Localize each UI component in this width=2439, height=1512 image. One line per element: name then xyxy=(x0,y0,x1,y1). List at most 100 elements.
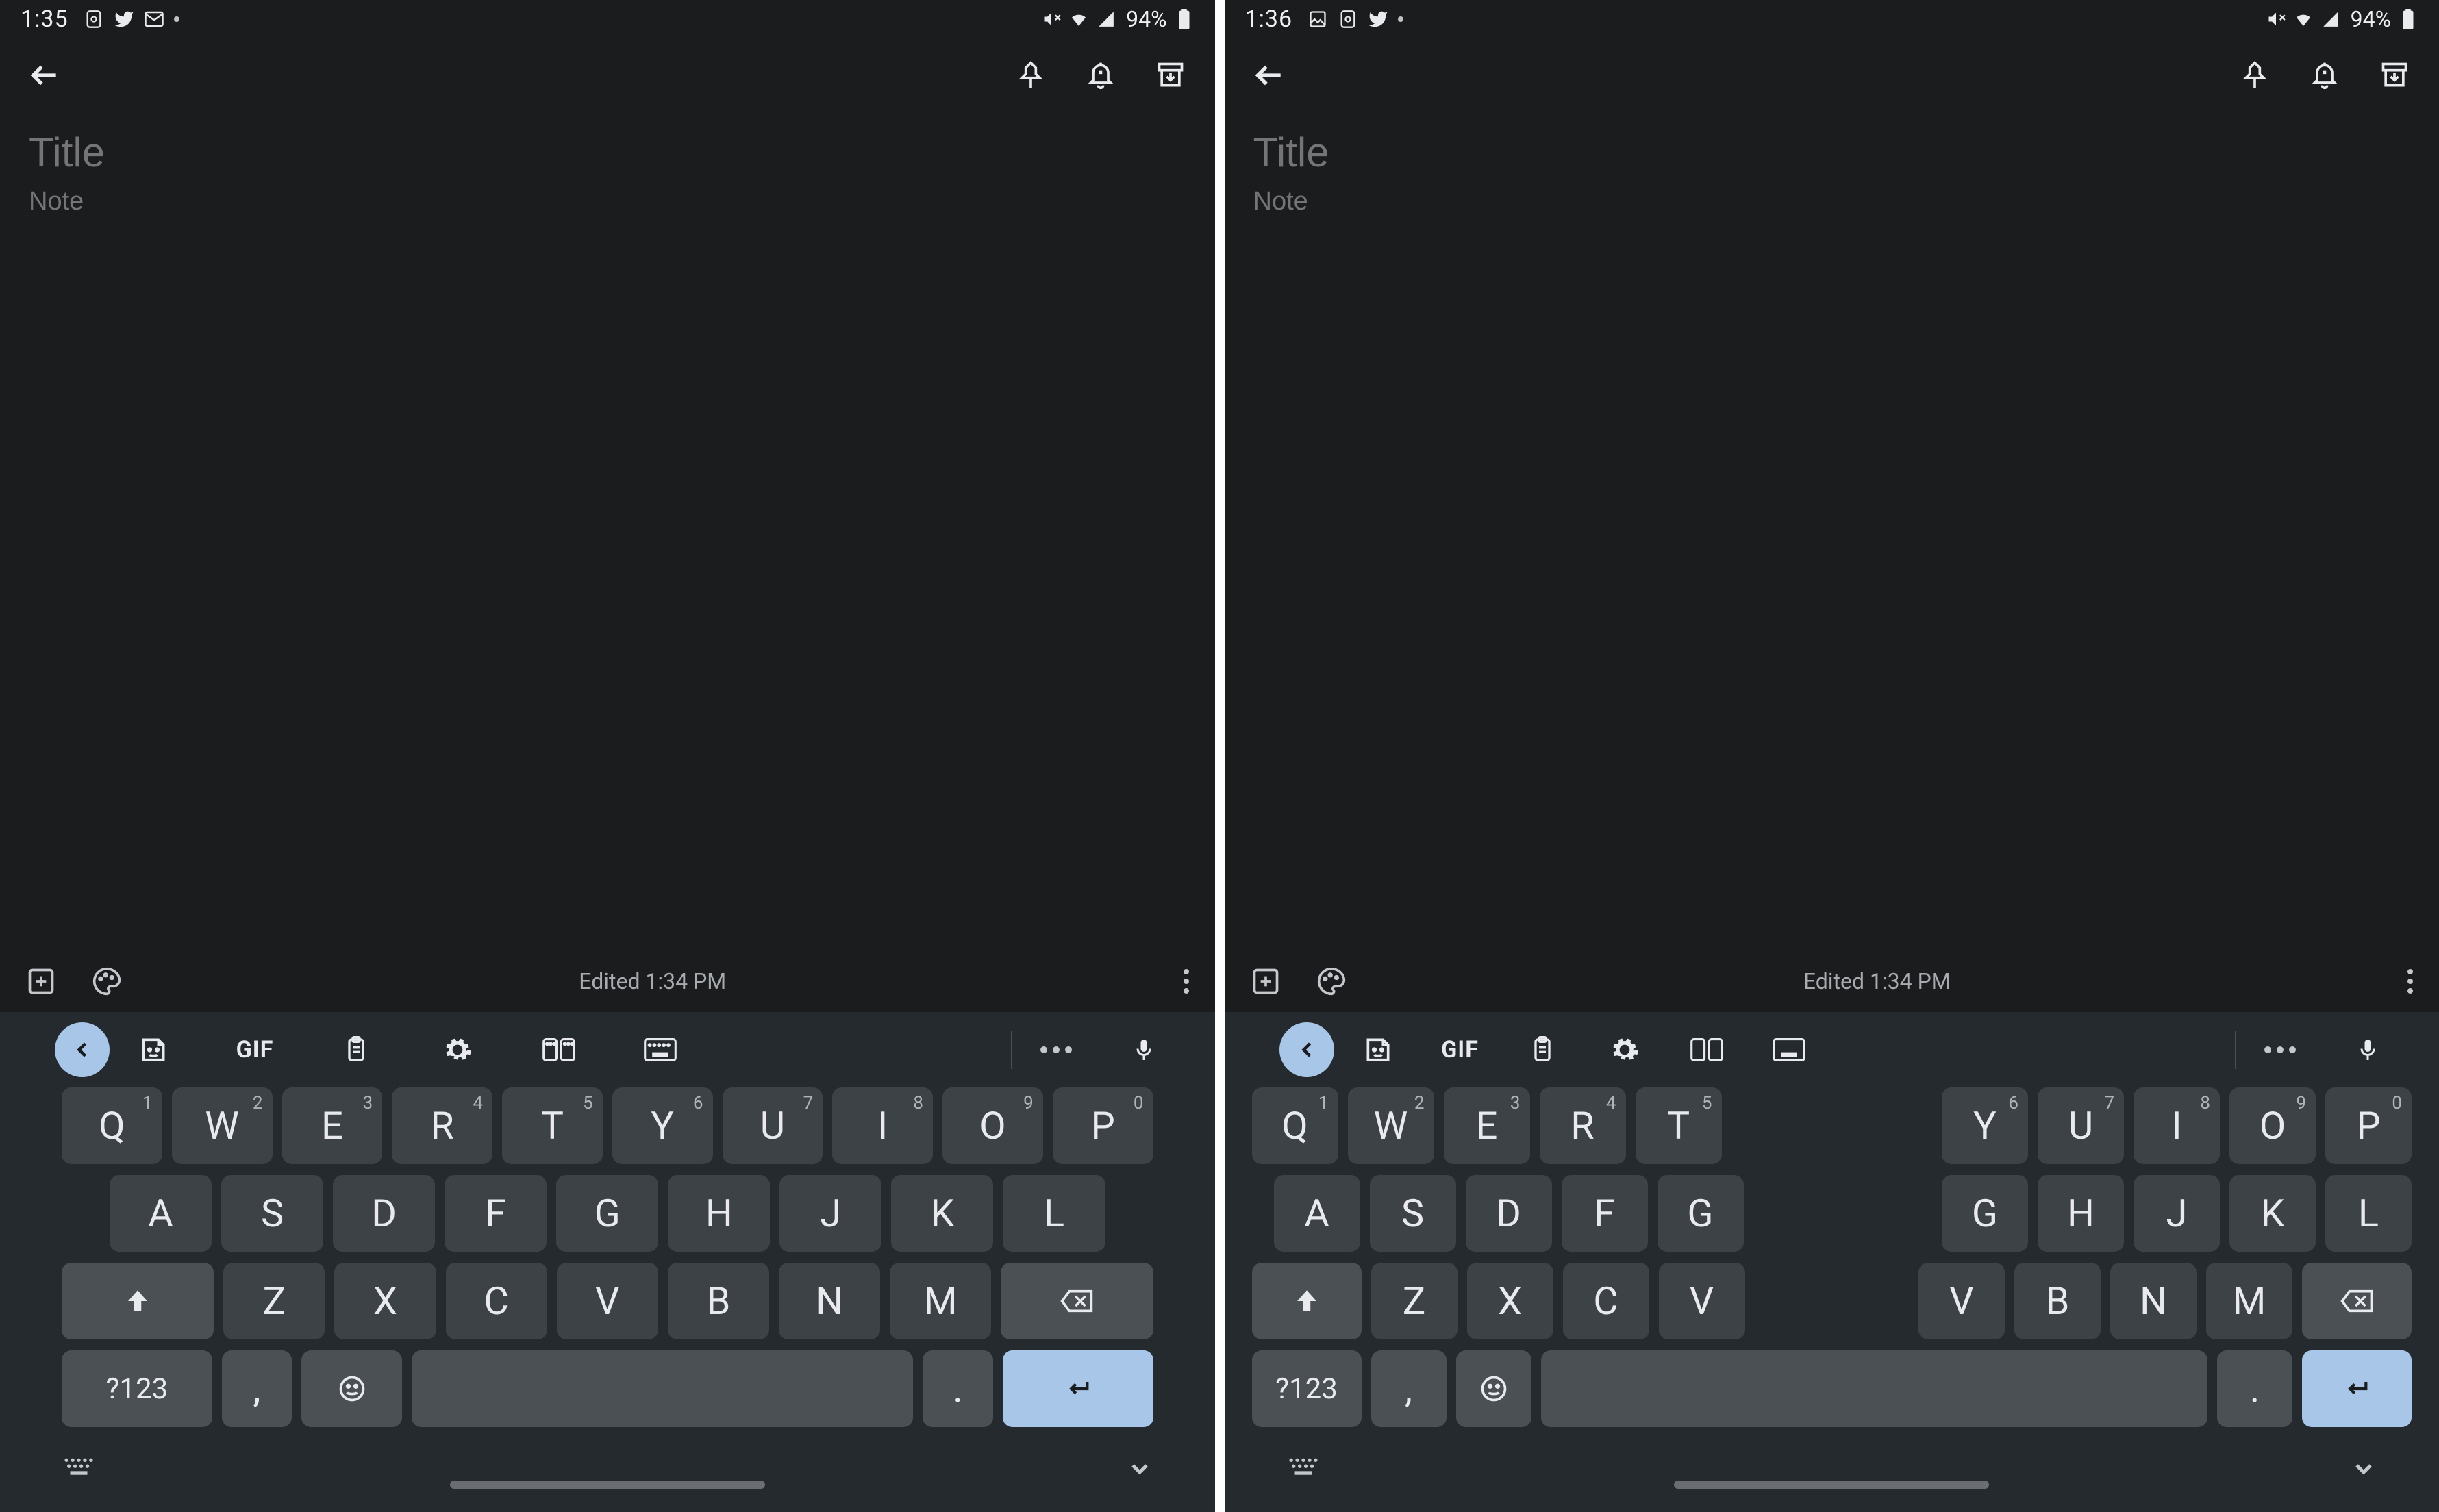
key-v[interactable]: V xyxy=(557,1263,658,1339)
enter-key[interactable] xyxy=(1003,1350,1153,1427)
mic-icon[interactable] xyxy=(2351,1033,2384,1066)
palette-button[interactable] xyxy=(90,965,123,998)
period-key[interactable]: . xyxy=(2217,1350,2292,1427)
key-s[interactable]: S xyxy=(1370,1175,1456,1252)
key-q[interactable]: Q1 xyxy=(62,1087,162,1164)
key-n[interactable]: N xyxy=(779,1263,880,1339)
hide-keyboard-icon[interactable] xyxy=(1126,1455,1153,1483)
symbols-key[interactable]: ?123 xyxy=(1252,1350,1362,1427)
key-y[interactable]: Y6 xyxy=(1942,1087,2028,1164)
key-f[interactable]: F xyxy=(445,1175,547,1252)
palette-button[interactable] xyxy=(1315,965,1348,998)
archive-button[interactable] xyxy=(2376,57,2413,94)
enter-key[interactable] xyxy=(2302,1350,2412,1427)
key-v[interactable]: V xyxy=(1918,1263,2005,1339)
gesture-pill[interactable] xyxy=(1674,1480,1989,1489)
key-z[interactable]: Z xyxy=(1371,1263,1458,1339)
input-switcher-icon[interactable] xyxy=(62,1455,96,1483)
key-c[interactable]: C xyxy=(446,1263,547,1339)
key-i[interactable]: I8 xyxy=(2134,1087,2220,1164)
key-s[interactable]: S xyxy=(221,1175,323,1252)
key-x[interactable]: X xyxy=(334,1263,436,1339)
key-t[interactable]: T5 xyxy=(502,1087,603,1164)
key-w[interactable]: W2 xyxy=(172,1087,273,1164)
key-w[interactable]: W2 xyxy=(1348,1087,1434,1164)
pin-button[interactable] xyxy=(1012,57,1049,94)
sticker-icon[interactable] xyxy=(137,1033,170,1066)
key-z[interactable]: Z xyxy=(223,1263,325,1339)
kb-more-icon[interactable] xyxy=(1040,1033,1073,1066)
emoji-key[interactable] xyxy=(1456,1350,1531,1427)
key-b[interactable]: B xyxy=(2014,1263,2101,1339)
shift-key[interactable] xyxy=(62,1263,214,1339)
add-content-button[interactable] xyxy=(1249,965,1282,998)
key-d[interactable]: D xyxy=(333,1175,435,1252)
key-a[interactable]: A xyxy=(1274,1175,1360,1252)
key-e[interactable]: E3 xyxy=(1444,1087,1530,1164)
space-key[interactable] xyxy=(1541,1350,2208,1427)
reminder-button[interactable] xyxy=(2306,57,2343,94)
title-input[interactable] xyxy=(1253,129,2411,176)
key-x[interactable]: X xyxy=(1467,1263,1553,1339)
key-u[interactable]: U7 xyxy=(723,1087,823,1164)
clipboard-icon[interactable] xyxy=(340,1033,373,1066)
floating-keyboard-icon[interactable] xyxy=(644,1033,677,1066)
key-f[interactable]: F xyxy=(1562,1175,1648,1252)
key-p[interactable]: P0 xyxy=(2325,1087,2412,1164)
gif-button[interactable]: GIF xyxy=(1444,1033,1477,1066)
emoji-key[interactable] xyxy=(301,1350,401,1427)
split-keyboard-icon[interactable] xyxy=(1690,1033,1723,1066)
key-e[interactable]: E3 xyxy=(282,1087,383,1164)
settings-icon[interactable] xyxy=(441,1033,474,1066)
key-j[interactable]: J xyxy=(779,1175,881,1252)
archive-button[interactable] xyxy=(1152,57,1189,94)
kb-more-icon[interactable] xyxy=(2264,1033,2297,1066)
more-options-button[interactable] xyxy=(2406,969,2414,994)
kb-collapse-button[interactable] xyxy=(1279,1022,1334,1077)
key-d[interactable]: D xyxy=(1466,1175,1552,1252)
key-j[interactable]: J xyxy=(2134,1175,2220,1252)
split-keyboard-icon[interactable] xyxy=(542,1033,575,1066)
comma-key[interactable]: , xyxy=(222,1350,292,1427)
key-y[interactable]: Y6 xyxy=(612,1087,713,1164)
key-k[interactable]: K xyxy=(2229,1175,2316,1252)
backspace-key[interactable] xyxy=(2302,1263,2412,1339)
period-key[interactable]: . xyxy=(923,1350,993,1427)
settings-icon[interactable] xyxy=(1608,1033,1641,1066)
key-g[interactable]: G xyxy=(556,1175,658,1252)
key-p[interactable]: P0 xyxy=(1053,1087,1153,1164)
key-b[interactable]: B xyxy=(668,1263,769,1339)
sticker-icon[interactable] xyxy=(1362,1033,1394,1066)
key-n[interactable]: N xyxy=(2110,1263,2197,1339)
note-input[interactable] xyxy=(29,187,1186,216)
mic-icon[interactable] xyxy=(1127,1033,1160,1066)
more-options-button[interactable] xyxy=(1182,969,1190,994)
shift-key[interactable] xyxy=(1252,1263,1362,1339)
symbols-key[interactable]: ?123 xyxy=(62,1350,212,1427)
title-input[interactable] xyxy=(29,129,1186,176)
key-g[interactable]: G xyxy=(1942,1175,2028,1252)
gif-button[interactable]: GIF xyxy=(238,1033,271,1066)
key-c[interactable]: C xyxy=(1563,1263,1649,1339)
key-a[interactable]: A xyxy=(110,1175,212,1252)
key-o[interactable]: O9 xyxy=(2229,1087,2316,1164)
key-h[interactable]: H xyxy=(668,1175,770,1252)
key-r[interactable]: R4 xyxy=(1540,1087,1626,1164)
kb-collapse-button[interactable] xyxy=(55,1022,110,1077)
gesture-pill[interactable] xyxy=(450,1480,765,1489)
clipboard-icon[interactable] xyxy=(1526,1033,1559,1066)
key-o[interactable]: O9 xyxy=(942,1087,1043,1164)
key-g[interactable]: G xyxy=(1658,1175,1744,1252)
note-input[interactable] xyxy=(1253,187,2411,216)
comma-key[interactable]: , xyxy=(1371,1350,1447,1427)
key-m[interactable]: M xyxy=(890,1263,991,1339)
space-key[interactable] xyxy=(412,1350,913,1427)
back-button[interactable] xyxy=(1251,57,1288,94)
back-button[interactable] xyxy=(26,57,63,94)
key-m[interactable]: M xyxy=(2206,1263,2292,1339)
key-t[interactable]: T5 xyxy=(1636,1087,1722,1164)
backspace-key[interactable] xyxy=(1001,1263,1153,1339)
key-l[interactable]: L xyxy=(2325,1175,2412,1252)
pin-button[interactable] xyxy=(2236,57,2273,94)
key-v[interactable]: V xyxy=(1659,1263,1745,1339)
